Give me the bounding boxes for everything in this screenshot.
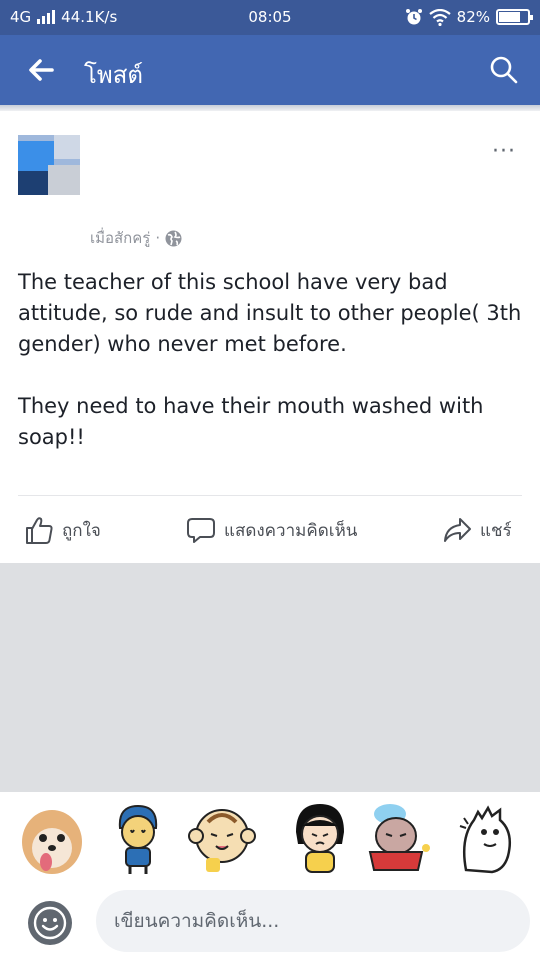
comment-label: แสดงความคิดเห็น [224,520,358,541]
post-card: ··· เมื่อสักครู่ · The teacher of this s… [0,111,540,563]
globe-icon [165,230,182,246]
dog-in-bath-sticker[interactable] [364,798,432,878]
post-body: The teacher of this school have very bad… [18,267,523,484]
blue-haired-boy-sticker[interactable] [104,798,172,878]
divider [18,495,522,496]
meta-separator: · [155,229,161,247]
share-button[interactable]: แชร์ [442,515,512,545]
smiley-icon[interactable] [26,899,74,947]
page-title: โพสต์ [84,61,143,89]
status-bar: 4G 44.1K/s 08:05 82% [0,0,540,35]
post-paragraph: The teacher of this school have very bad… [18,270,522,356]
author-name[interactable] [84,135,444,231]
arrow-left-icon[interactable] [24,53,58,87]
search-icon[interactable] [488,54,520,86]
comment-input[interactable] [96,890,530,952]
battery-icon [496,9,533,25]
post-time[interactable]: เมื่อสักครู่ [90,226,150,250]
comment-composer [0,886,540,960]
pomeranian-dog-sticker[interactable] [18,798,86,878]
clock: 08:05 [248,8,292,26]
more-options-icon[interactable]: ··· [492,139,516,164]
alarm-icon [405,9,422,25]
thumbs-up-icon [26,517,53,544]
monkey-sticker[interactable] [188,798,256,878]
post-paragraph: They need to have their mouth washed wit… [18,394,484,449]
comment-bubble-icon [187,518,215,543]
like-button[interactable]: ถูกใจ [24,515,101,545]
post-meta: เมื่อสักครู่ · [90,226,182,250]
like-label: ถูกใจ [62,520,101,541]
dinosaur-sticker[interactable] [452,798,520,878]
post-actions: ถูกใจ แสดงความคิดเห็น แชร์ [0,497,540,563]
comment-button[interactable]: แสดงความคิดเห็น [186,515,357,545]
share-label: แชร์ [480,520,512,541]
share-arrow-icon [444,518,471,542]
sticker-tray [0,792,540,886]
wifi-icon [428,8,451,26]
app-bar: โพสต์ [0,35,540,105]
girl-sticker[interactable] [286,798,354,878]
battery-percent: 82% [456,8,490,26]
avatar[interactable] [18,135,80,195]
